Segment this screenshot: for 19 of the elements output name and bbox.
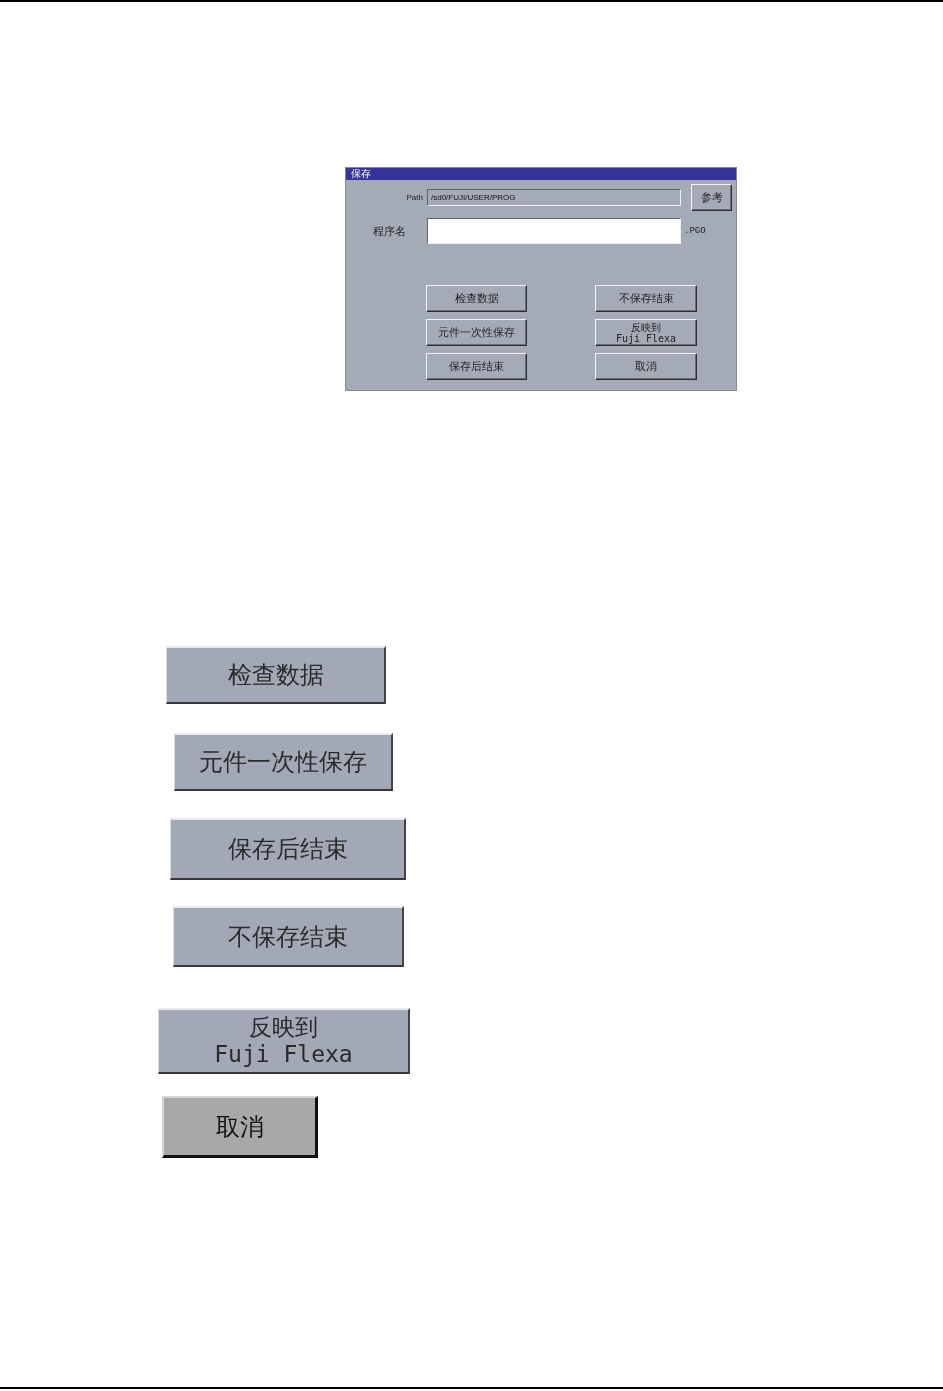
dialog-title-bar: 保存 [346, 168, 736, 180]
sample-button[interactable]: 保存后结束 [170, 818, 406, 880]
program-name-label: 程序名 [372, 223, 407, 239]
file-extension-label: .PGO [684, 226, 706, 236]
dialog-button[interactable]: 不保存结束 [595, 285, 697, 312]
dialog-button[interactable]: 反映到 Fuji Flexa [595, 319, 697, 346]
dialog-button[interactable]: 检查数据 [426, 285, 527, 312]
browse-button[interactable]: 参考 [691, 184, 732, 211]
sample-button[interactable]: 反映到 Fuji Flexa [158, 1008, 410, 1074]
path-field: /sd0/FUJI/USER/PROG [427, 189, 681, 206]
sample-button[interactable]: 不保存结束 [173, 906, 404, 967]
dialog-button[interactable]: 元件一次性保存 [426, 319, 527, 346]
sample-button[interactable]: 检查数据 [166, 646, 386, 704]
sample-button[interactable]: 取消 [162, 1096, 318, 1158]
sample-button[interactable]: 元件一次性保存 [174, 733, 393, 791]
path-label: Path [405, 193, 424, 202]
program-name-field[interactable] [427, 218, 681, 244]
dialog-button[interactable]: 取消 [595, 353, 697, 380]
dialog-button[interactable]: 保存后结束 [426, 353, 527, 380]
